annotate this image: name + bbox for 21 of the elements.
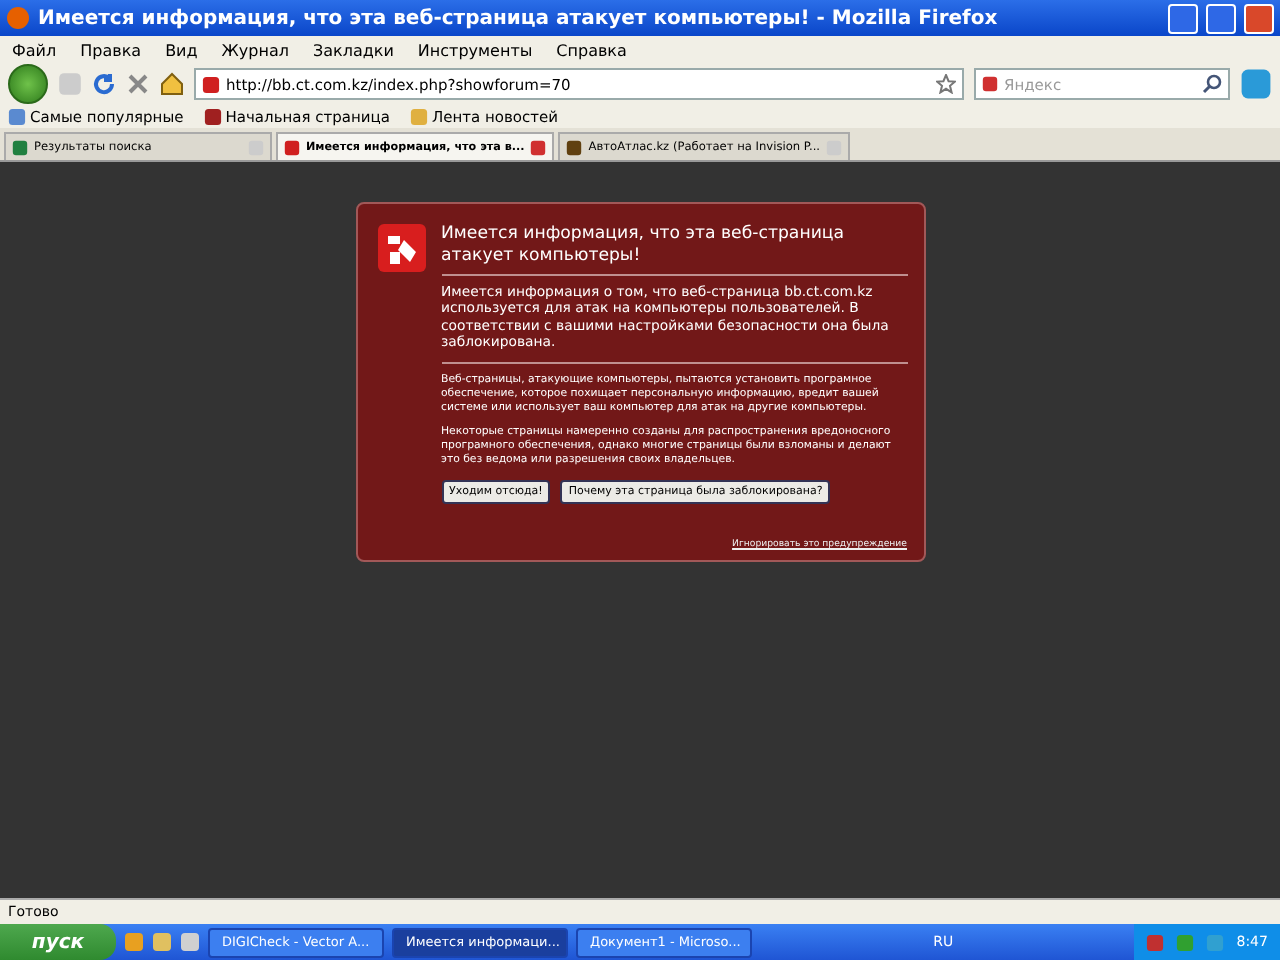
minimize-button[interactable] [1168, 3, 1198, 33]
start-button[interactable]: пуск [0, 924, 116, 960]
window-title: Имеется информация, что эта веб-страница атакует компьютеры! - Mozilla Firefox [38, 7, 1000, 29]
menu-item[interactable]: Файл [12, 41, 57, 59]
back-button[interactable] [8, 64, 48, 104]
search-icon[interactable] [1202, 74, 1222, 94]
menu-item[interactable]: Справка [556, 41, 627, 59]
menu-item[interactable]: Вид [165, 41, 198, 59]
menu-item[interactable]: Журнал [221, 41, 289, 59]
menu-item[interactable]: Инструменты [417, 41, 533, 59]
warning-icon [377, 224, 425, 272]
maximize-button[interactable] [1206, 3, 1236, 33]
star-icon[interactable] [936, 74, 956, 94]
warning-title: Имеется информация, что эта веб-страница атакует компьютеры! [441, 224, 907, 276]
home-icon[interactable] [160, 72, 184, 96]
reload-icon[interactable] [92, 72, 116, 96]
stop-icon[interactable] [126, 72, 150, 96]
browser-icon [6, 6, 30, 30]
close-button[interactable] [1244, 3, 1274, 33]
menu-item[interactable]: Закладки [312, 41, 394, 59]
menu-item[interactable]: Правка [80, 41, 142, 59]
